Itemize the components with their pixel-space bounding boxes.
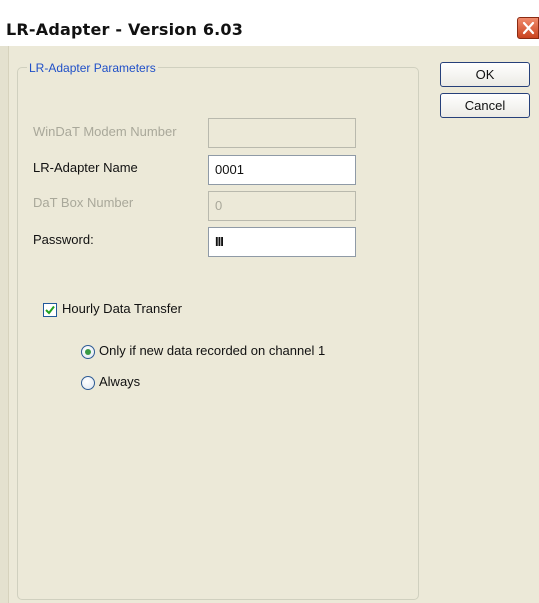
modem-number-label: WinDaT Modem Number: [33, 124, 177, 139]
group-title: LR-Adapter Parameters: [27, 61, 158, 75]
ok-button[interactable]: OK: [440, 62, 530, 87]
adapter-name-field[interactable]: 0001: [208, 155, 356, 185]
hourly-transfer-label[interactable]: Hourly Data Transfer: [62, 301, 182, 316]
box-number-label: DaT Box Number: [33, 195, 134, 210]
cancel-button[interactable]: Cancel: [440, 93, 530, 118]
hourly-transfer-checkbox[interactable]: [43, 303, 57, 317]
window-title: LR-Adapter - Version 6.03: [6, 20, 244, 39]
modem-number-field: [208, 118, 356, 148]
title-bar[interactable]: LR-Adapter - Version 6.03: [0, 0, 539, 46]
radio-always-label[interactable]: Always: [99, 374, 140, 389]
window-left-border: [0, 46, 9, 603]
close-button[interactable]: [517, 17, 539, 39]
close-icon: [522, 21, 535, 35]
password-label: Password:: [33, 232, 94, 247]
radio-always[interactable]: [81, 376, 95, 390]
box-number-field: 0: [208, 191, 356, 221]
adapter-name-label: LR-Adapter Name: [33, 160, 138, 175]
password-field[interactable]: III: [208, 227, 356, 257]
checkmark-icon: [45, 305, 55, 315]
radio-only-new-data[interactable]: [81, 345, 95, 359]
radio-only-new-data-label[interactable]: Only if new data recorded on channel 1: [99, 343, 325, 358]
radio-selected-dot: [85, 349, 91, 355]
